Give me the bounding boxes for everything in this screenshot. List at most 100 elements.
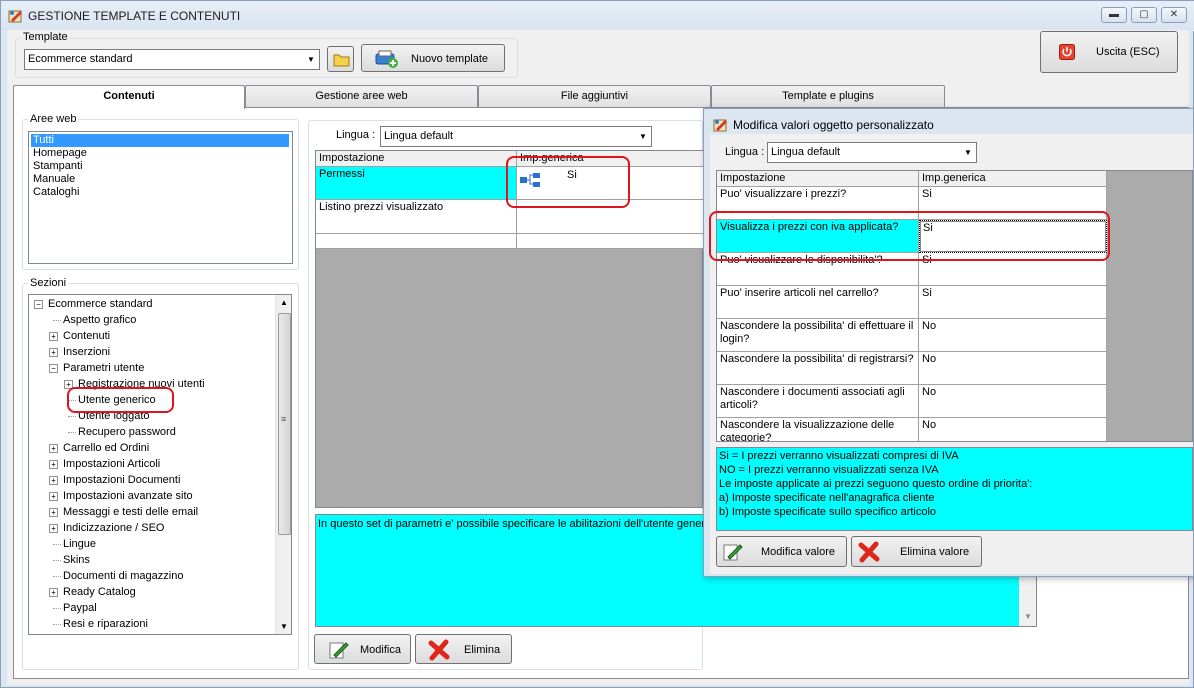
power-icon <box>1059 44 1075 63</box>
sezioni-tree[interactable]: − Ecommerce standard Aspetto grafico + Conte… <box>28 294 292 635</box>
modify-button[interactable]: Modifica <box>314 634 411 664</box>
list-item[interactable]: Manuale <box>31 173 77 186</box>
tree-item[interactable]: Carrello ed Ordini <box>63 440 149 456</box>
dialog-grid-cell-value[interactable]: No <box>919 418 1107 441</box>
tree-item[interactable]: Ready Catalog <box>63 584 136 600</box>
expand-icon[interactable]: + <box>49 332 58 341</box>
tree-item[interactable]: Skins <box>63 552 90 568</box>
delete-label: Elimina <box>464 644 501 656</box>
tree-item[interactable]: Indicizzazione / SEO <box>63 520 165 536</box>
grip-icon: ≡ <box>281 414 287 424</box>
expand-icon[interactable]: + <box>49 524 58 533</box>
delete-value-button[interactable]: Elimina valore <box>851 536 982 567</box>
dialog-grid-cell-name[interactable]: Nascondere la visualizzazione delle cate… <box>717 418 919 441</box>
expand-icon[interactable]: + <box>49 460 58 469</box>
scroll-down-icon[interactable]: ▼ <box>280 622 288 631</box>
tab-contenuti[interactable]: Contenuti <box>13 85 245 109</box>
annotation-highlight <box>67 387 174 413</box>
dialog-grid-cell-value[interactable]: No <box>919 385 1107 418</box>
expand-icon[interactable]: + <box>49 492 58 501</box>
dialog-lingua-select[interactable]: Lingua default ▼ <box>767 142 977 163</box>
dialog-title: Modifica valori oggetto personalizzato <box>733 118 934 132</box>
dialog-grid-cell-name[interactable]: Nascondere i documenti associati agli ar… <box>717 385 919 418</box>
aree-web-list[interactable]: Tutti Homepage Stampanti Manuale Catalog… <box>28 131 293 264</box>
dialog-grid-header-imp-generica: Imp.generica <box>919 171 1107 187</box>
modify-value-button[interactable]: Modifica valore <box>716 536 847 567</box>
delete-button[interactable]: Elimina <box>415 634 512 664</box>
tree-item[interactable]: Impostazioni Documenti <box>63 472 180 488</box>
grid-cell-empty[interactable] <box>517 234 704 249</box>
tree-item[interactable]: Aspetto grafico <box>63 312 136 328</box>
list-item[interactable]: Tutti <box>31 134 289 147</box>
tree-scrollbar[interactable]: ▲ ≡ ▼ <box>275 295 291 634</box>
grid-cell-name[interactable]: Permessi <box>316 167 517 200</box>
dialog-grid-cell-value[interactable]: No <box>919 352 1107 385</box>
tree-item[interactable]: Impostazioni Articoli <box>63 456 160 472</box>
collapse-icon[interactable]: − <box>49 364 58 373</box>
lingua-select[interactable]: Lingua default ▼ <box>380 126 652 147</box>
tab-gestione-aree-web[interactable]: Gestione aree web <box>245 85 478 107</box>
list-item[interactable]: Cataloghi <box>31 186 81 199</box>
tab-template-plugins[interactable]: Template e plugins <box>711 85 945 107</box>
delete-x-icon <box>858 541 880 566</box>
tree-item[interactable]: Paypal <box>63 600 97 616</box>
modify-value-label: Modifica valore <box>761 546 835 558</box>
expand-icon[interactable]: + <box>49 444 58 453</box>
chevron-down-icon: ▼ <box>639 132 647 141</box>
dialog-grid-cell-name[interactable]: Puo' inserire articoli nel carrello? <box>717 286 919 319</box>
expand-icon[interactable]: + <box>49 508 58 517</box>
template-label: Template <box>21 31 70 43</box>
template-select[interactable]: Ecommerce standard ▼ <box>24 49 320 70</box>
expand-icon[interactable]: + <box>49 476 58 485</box>
grid-cell-empty[interactable] <box>316 234 517 249</box>
tree-item[interactable]: Ecommerce standard <box>48 296 153 312</box>
list-item[interactable]: Stampanti <box>31 160 85 173</box>
tree-item[interactable]: Contenuti <box>63 328 110 344</box>
tree-connector <box>53 560 61 561</box>
dialog-grid-cell-name[interactable]: Nascondere la possibilita' di registrars… <box>717 352 919 385</box>
tree-item[interactable]: Impostazioni avanzate sito <box>63 488 193 504</box>
new-template-icon <box>375 50 399 71</box>
expand-icon[interactable]: + <box>49 588 58 597</box>
maximize-button[interactable]: ▢ <box>1131 7 1157 23</box>
tree-connector <box>53 320 61 321</box>
list-item[interactable]: Homepage <box>31 147 89 160</box>
window-title: GESTIONE TEMPLATE E CONTENUTI <box>28 9 241 23</box>
open-folder-button[interactable] <box>327 46 354 72</box>
info-line: Le imposte applicate ai prezzi seguono q… <box>719 478 1033 490</box>
exit-button[interactable]: Uscita (ESC) <box>1040 31 1178 73</box>
grid-header-impostazione: Impostazione <box>316 151 517 167</box>
tree-connector <box>68 416 76 417</box>
tree-item[interactable]: Messaggi e testi delle email <box>63 504 198 520</box>
scroll-down-icon[interactable]: ▼ <box>1024 612 1032 621</box>
new-template-label: Nuovo template <box>411 53 489 65</box>
minimize-button[interactable]: ▬ <box>1101 7 1127 23</box>
tree-item[interactable]: Documenti di magazzino <box>63 568 183 584</box>
dialog-grid-cell-value[interactable]: No <box>919 319 1107 352</box>
expand-icon[interactable]: + <box>49 348 58 357</box>
dialog-grid-cell-value[interactable]: Si <box>919 286 1107 319</box>
dialog-icon <box>713 117 729 133</box>
tree-item[interactable]: Recupero password <box>78 424 176 440</box>
collapse-icon[interactable]: − <box>34 300 43 309</box>
tree-connector <box>53 544 61 545</box>
tab-file-aggiuntivi[interactable]: File aggiuntivi <box>478 85 711 107</box>
title-bar: GESTIONE TEMPLATE E CONTENUTI ▬ ▢ ✕ <box>1 1 1194 31</box>
sezioni-label: Sezioni <box>28 277 69 289</box>
chevron-down-icon: ▼ <box>307 55 315 64</box>
scroll-up-icon[interactable]: ▲ <box>280 298 288 307</box>
tree-item[interactable]: Inserzioni <box>63 344 110 360</box>
tree-connector <box>53 576 61 577</box>
close-button[interactable]: ✕ <box>1161 7 1187 23</box>
tree-item[interactable]: Resi e riparazioni <box>63 616 148 632</box>
tree-connector <box>68 432 76 433</box>
tree-item[interactable]: Lingue <box>63 536 96 552</box>
dialog-grid-cell-name[interactable]: Nascondere la possibilita' di effettuare… <box>717 319 919 352</box>
grid-cell-name[interactable]: Listino prezzi visualizzato <box>316 200 517 234</box>
delete-value-label: Elimina valore <box>900 546 970 558</box>
tree-connector <box>53 624 61 625</box>
scroll-thumb[interactable]: ≡ <box>278 313 291 535</box>
new-template-button[interactable]: Nuovo template <box>361 44 505 72</box>
tree-item[interactable]: Parametri utente <box>63 360 144 376</box>
exit-label: Uscita (ESC) <box>1096 46 1160 58</box>
